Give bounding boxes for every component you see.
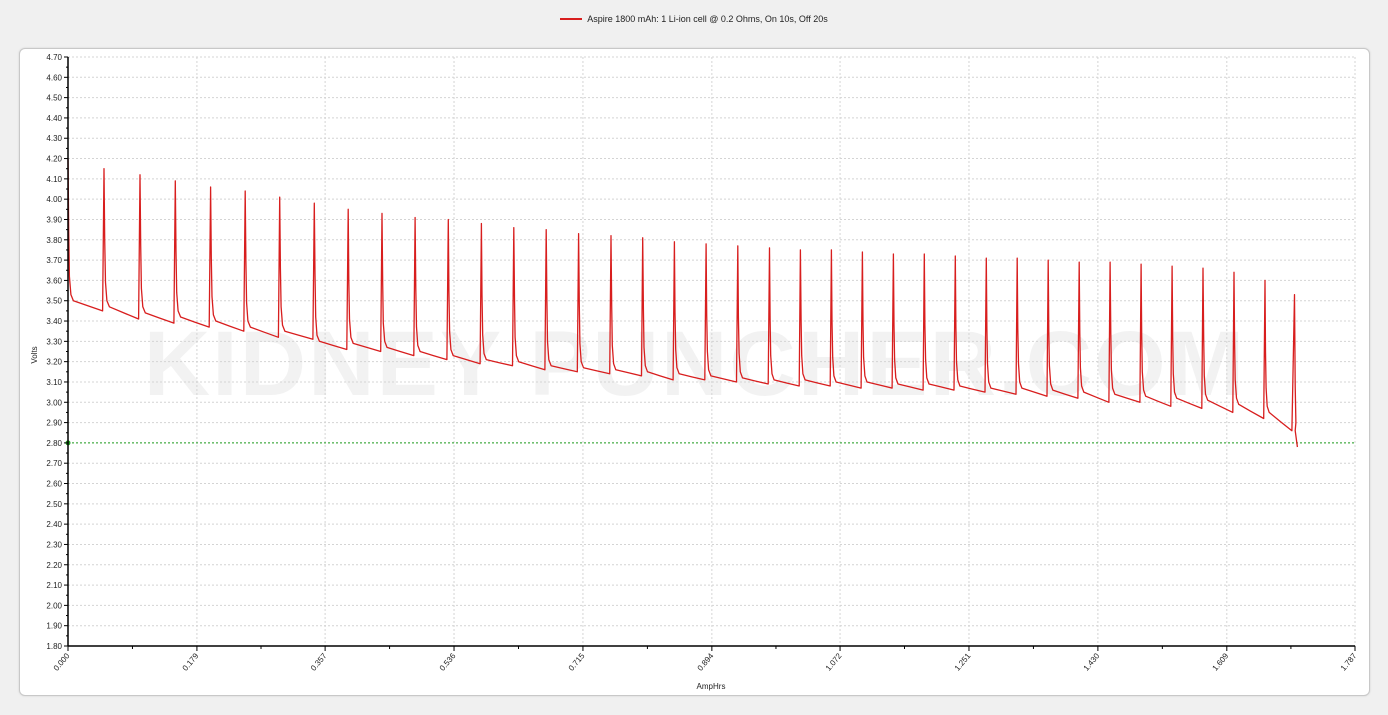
x-tick-label: 1.072 xyxy=(824,651,844,673)
y-tick-label: 4.50 xyxy=(46,94,62,103)
x-tick-label: 0.179 xyxy=(181,651,201,673)
x-tick-label: 1.430 xyxy=(1082,651,1102,673)
x-tick-label: 1.787 xyxy=(1339,651,1359,673)
x-axis-ticks: 0.000 0.179 0.357 0.536 0.715 0.894 1.072 1.251… xyxy=(52,646,1359,673)
x-tick-label: 1.251 xyxy=(953,651,973,673)
y-tick-label: 3.20 xyxy=(46,358,62,367)
y-tick-label: 4.30 xyxy=(46,134,62,143)
y-axis-ticks: 1.80 1.90 2.00 2.10 2.20 2.30 2.40 2.50 2.60 2.70… xyxy=(46,53,68,651)
y-tick-label: 3.90 xyxy=(46,215,62,224)
y-tick-label: 1.90 xyxy=(46,622,62,631)
y-tick-label: 4.20 xyxy=(46,155,62,164)
x-tick-label: 0.000 xyxy=(52,651,72,673)
y-tick-label: 2.80 xyxy=(46,439,62,448)
y-tick-label: 4.60 xyxy=(46,73,62,82)
y-tick-label: 3.50 xyxy=(46,297,62,306)
y-tick-label: 2.30 xyxy=(46,540,62,549)
y-tick-label: 4.00 xyxy=(46,195,62,204)
x-axis-title: AmpHrs xyxy=(697,682,726,691)
y-tick-label: 2.60 xyxy=(46,480,62,489)
x-tick-label: 0.536 xyxy=(438,651,458,673)
y-tick-label: 1.80 xyxy=(46,642,62,651)
y-tick-label: 2.20 xyxy=(46,561,62,570)
y-tick-label: 2.90 xyxy=(46,419,62,428)
x-tick-label: 0.894 xyxy=(696,651,716,673)
y-tick-label: 2.00 xyxy=(46,601,62,610)
y-tick-label: 2.50 xyxy=(46,500,62,509)
x-tick-label: 0.715 xyxy=(567,651,587,673)
y-tick-label: 3.70 xyxy=(46,256,62,265)
x-tick-label: 0.357 xyxy=(309,651,329,673)
y-tick-label: 3.60 xyxy=(46,276,62,285)
y-tick-label: 2.70 xyxy=(46,459,62,468)
y-tick-label: 4.10 xyxy=(46,175,62,184)
y-axis-title: Volts xyxy=(30,346,39,363)
y-tick-label: 3.80 xyxy=(46,236,62,245)
y-tick-label: 4.40 xyxy=(46,114,62,123)
y-tick-label: 2.40 xyxy=(46,520,62,529)
y-tick-label: 3.30 xyxy=(46,337,62,346)
y-tick-label: 2.10 xyxy=(46,581,62,590)
line-chart: KIDNEY PUNCHER.COM 1.801.902.002.102.202… xyxy=(30,53,1359,691)
y-tick-label: 3.40 xyxy=(46,317,62,326)
y-tick-label: 3.00 xyxy=(46,398,62,407)
y-tick-label: 3.10 xyxy=(46,378,62,387)
cutoff-line xyxy=(65,440,1355,446)
x-tick-label: 1.609 xyxy=(1211,651,1231,673)
y-tick-label: 4.70 xyxy=(46,53,62,62)
